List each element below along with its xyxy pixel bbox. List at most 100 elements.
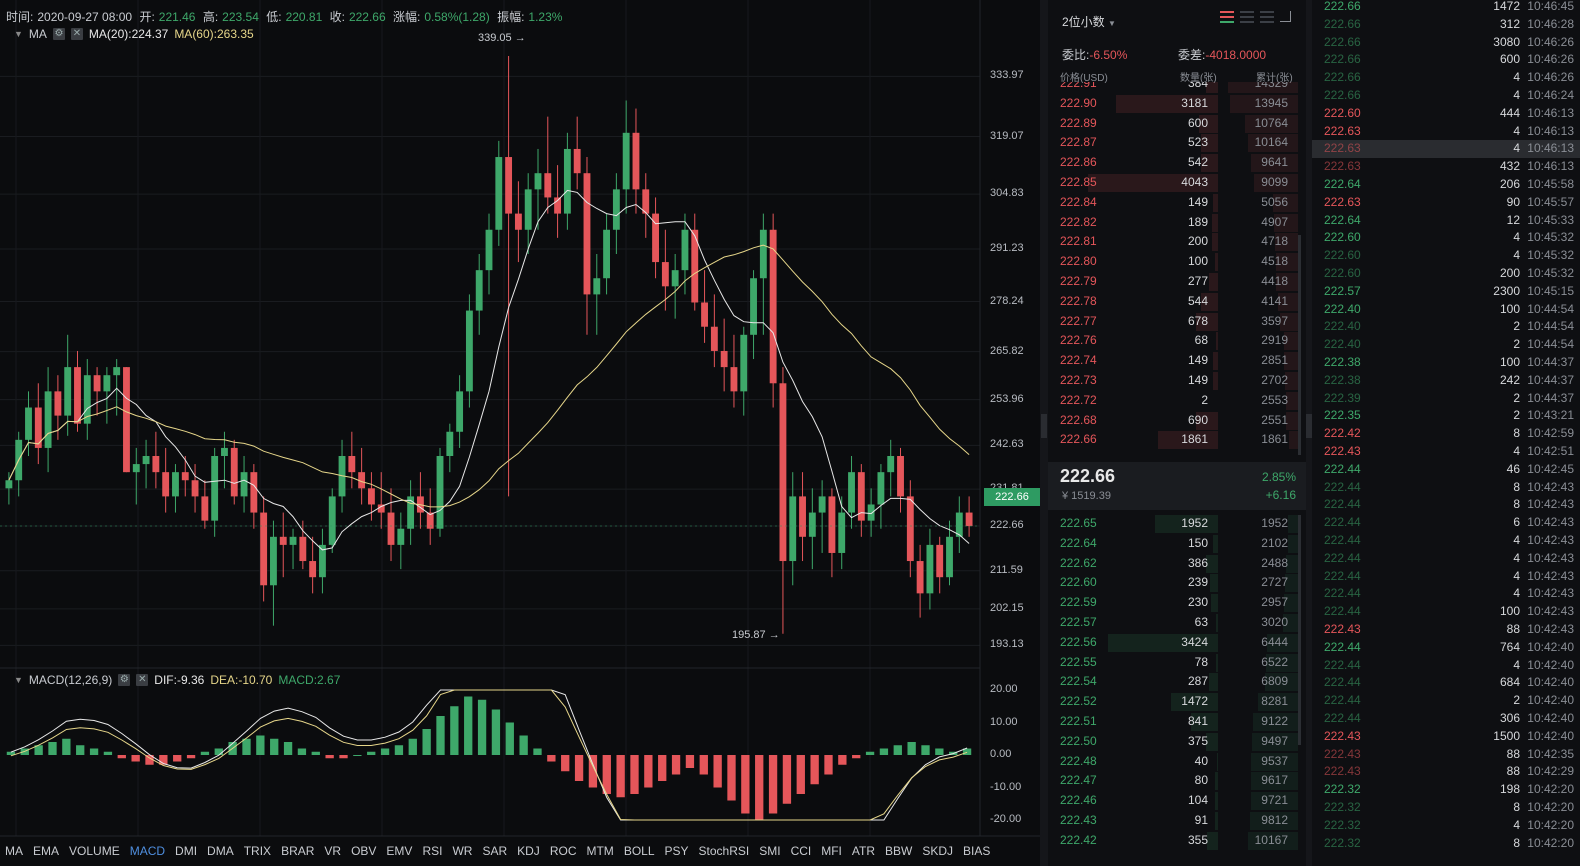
book-both-view-icon[interactable] xyxy=(1220,11,1234,23)
book-bids-view-icon[interactable] xyxy=(1260,11,1274,23)
trade-time: 10:45:57 xyxy=(1527,194,1574,209)
ask-row[interactable]: 222.81 200 4718 xyxy=(1048,232,1298,252)
indicator-tab-roc[interactable]: ROC xyxy=(545,844,582,858)
trade-price: 222.64 xyxy=(1324,212,1361,227)
settings-icon[interactable]: ⚙ xyxy=(52,28,65,40)
ask-row[interactable]: 222.89 600 10764 xyxy=(1048,114,1298,134)
collapse-caret-icon[interactable]: ▼ xyxy=(14,29,23,39)
indicator-tab-emv[interactable]: EMV xyxy=(381,844,417,858)
ask-row[interactable]: 222.91 384 14329 xyxy=(1048,82,1298,94)
indicator-tab-bias[interactable]: BIAS xyxy=(958,844,995,858)
bid-row[interactable]: 222.55 78 6522 xyxy=(1048,653,1298,673)
book-price: 222.85 xyxy=(1060,175,1097,189)
indicator-tab-macd[interactable]: MACD xyxy=(125,844,170,858)
indicator-tab-volume[interactable]: VOLUME xyxy=(64,844,125,858)
indicator-tab-sar[interactable]: SAR xyxy=(477,844,512,858)
indicator-tab-boll[interactable]: BOLL xyxy=(619,844,660,858)
ask-row[interactable]: 222.74 149 2851 xyxy=(1048,351,1298,371)
ask-row[interactable]: 222.86 542 9641 xyxy=(1048,153,1298,173)
ask-row[interactable]: 222.76 68 2919 xyxy=(1048,331,1298,351)
macd-histogram-bar xyxy=(200,751,210,755)
ask-row[interactable]: 222.79 277 4418 xyxy=(1048,272,1298,292)
high-label: 高: xyxy=(202,10,219,24)
indicator-tab-vr[interactable]: VR xyxy=(319,844,346,858)
ask-row[interactable]: 222.82 189 4907 xyxy=(1048,213,1298,233)
price-axis-label: 202.15 xyxy=(990,601,1024,614)
indicator-tab-ema[interactable]: EMA xyxy=(28,844,64,858)
indicator-tab-ma[interactable]: MA xyxy=(0,844,28,858)
trade-price: 222.44 xyxy=(1324,711,1361,725)
bid-row[interactable]: 222.59 230 2957 xyxy=(1048,593,1298,613)
book-cumulative: 2553 xyxy=(1261,392,1288,407)
indicator-tab-psy[interactable]: PSY xyxy=(660,844,694,858)
kline-chart-canvas[interactable] xyxy=(0,0,1040,866)
bid-row[interactable]: 222.56 3424 6444 xyxy=(1048,633,1298,653)
indicator-tab-rsi[interactable]: RSI xyxy=(417,844,447,858)
ask-row[interactable]: 222.78 544 4141 xyxy=(1048,292,1298,312)
bid-row[interactable]: 222.42 355 10167 xyxy=(1048,831,1298,851)
bid-row[interactable]: 222.60 239 2727 xyxy=(1048,573,1298,593)
bid-row[interactable]: 222.52 1472 8281 xyxy=(1048,692,1298,712)
ask-row[interactable]: 222.66 1861 1861 xyxy=(1048,430,1298,450)
bid-row[interactable]: 222.47 80 9617 xyxy=(1048,771,1298,791)
bid-row[interactable]: 222.43 91 9812 xyxy=(1048,811,1298,831)
bid-row[interactable]: 222.65 1952 1952 xyxy=(1048,514,1298,534)
book-qty: 239 xyxy=(1187,575,1208,590)
indicator-tab-kdj[interactable]: KDJ xyxy=(512,844,545,858)
indicator-tab-mfi[interactable]: MFI xyxy=(816,844,847,858)
book-price: 222.55 xyxy=(1060,654,1097,669)
indicator-tab-mtm[interactable]: MTM xyxy=(581,844,618,858)
close-icon[interactable]: ✕ xyxy=(136,674,149,686)
trade-time: 10:42:40 xyxy=(1527,657,1574,672)
indicator-tab-cci[interactable]: CCI xyxy=(786,844,817,858)
indicator-tab-dmi[interactable]: DMI xyxy=(170,844,202,858)
indicator-tab-smi[interactable]: SMI xyxy=(754,844,785,858)
expand-icon[interactable] xyxy=(1280,11,1291,22)
settings-icon[interactable]: ⚙ xyxy=(118,674,131,686)
close-value: 222.66 xyxy=(348,10,386,24)
bid-row[interactable]: 222.51 841 9122 xyxy=(1048,712,1298,732)
ask-row[interactable]: 222.73 149 2702 xyxy=(1048,371,1298,391)
book-asks-view-icon[interactable] xyxy=(1240,11,1254,23)
book-cumulative: 14329 xyxy=(1254,82,1288,90)
bid-row[interactable]: 222.46 104 9721 xyxy=(1048,791,1298,811)
bid-scrollbar[interactable] xyxy=(1298,515,1301,745)
indicator-tab-stochrsi[interactable]: StochRSI xyxy=(694,844,755,858)
collapse-caret-icon[interactable]: ▼ xyxy=(14,675,23,685)
bid-row[interactable]: 222.54 287 6809 xyxy=(1048,672,1298,692)
indicator-tab-wr[interactable]: WR xyxy=(447,844,477,858)
bid-row[interactable]: 222.57 63 3020 xyxy=(1048,613,1298,633)
ask-row[interactable]: 222.87 523 10164 xyxy=(1048,133,1298,153)
ask-scrollbar[interactable] xyxy=(1298,235,1301,455)
bid-row[interactable]: 222.48 40 9537 xyxy=(1048,752,1298,772)
bid-row[interactable]: 222.64 150 2102 xyxy=(1048,534,1298,554)
indicator-tab-dma[interactable]: DMA xyxy=(202,844,239,858)
indicator-tab-obv[interactable]: OBV xyxy=(346,844,381,858)
indicator-tab-atr[interactable]: ATR xyxy=(847,844,880,858)
trade-time: 10:42:43 xyxy=(1527,515,1574,530)
book-qty: 678 xyxy=(1187,313,1208,328)
ask-row[interactable]: 222.90 3181 13945 xyxy=(1048,94,1298,114)
candle-body xyxy=(172,472,179,497)
trade-price: 222.66 xyxy=(1324,70,1361,85)
kline-chart-panel[interactable]: 时间: 2020-09-27 08:00 开: 221.46 高: 223.54 低:… xyxy=(0,0,1040,866)
close-icon[interactable]: ✕ xyxy=(70,28,83,40)
book-cumulative: 2851 xyxy=(1261,353,1288,368)
ask-row[interactable]: 222.84 149 5056 xyxy=(1048,193,1298,213)
bid-row[interactable]: 222.62 386 2488 xyxy=(1048,554,1298,574)
candle-body xyxy=(289,536,297,545)
trade-row: 222.40 2 10:44:54 xyxy=(1312,336,1580,354)
indicator-tab-bbw[interactable]: BBW xyxy=(880,844,917,858)
splitter-handle-left[interactable] xyxy=(1041,414,1047,438)
indicator-tab-brar[interactable]: BRAR xyxy=(276,844,319,858)
bid-row[interactable]: 222.50 375 9497 xyxy=(1048,732,1298,752)
precision-select[interactable]: 2位小数 ▼ xyxy=(1062,13,1116,30)
ask-row[interactable]: 222.85 4043 9099 xyxy=(1048,173,1298,193)
ask-row[interactable]: 222.68 690 2551 xyxy=(1048,411,1298,431)
indicator-tab-trix[interactable]: TRIX xyxy=(239,844,276,858)
ask-row[interactable]: 222.80 100 4518 xyxy=(1048,252,1298,272)
ask-row[interactable]: 222.77 678 3597 xyxy=(1048,312,1298,332)
trade-qty: 2 xyxy=(1513,390,1520,405)
indicator-tab-skdj[interactable]: SKDJ xyxy=(917,844,958,858)
ask-row[interactable]: 222.72 2 2553 xyxy=(1048,391,1298,411)
